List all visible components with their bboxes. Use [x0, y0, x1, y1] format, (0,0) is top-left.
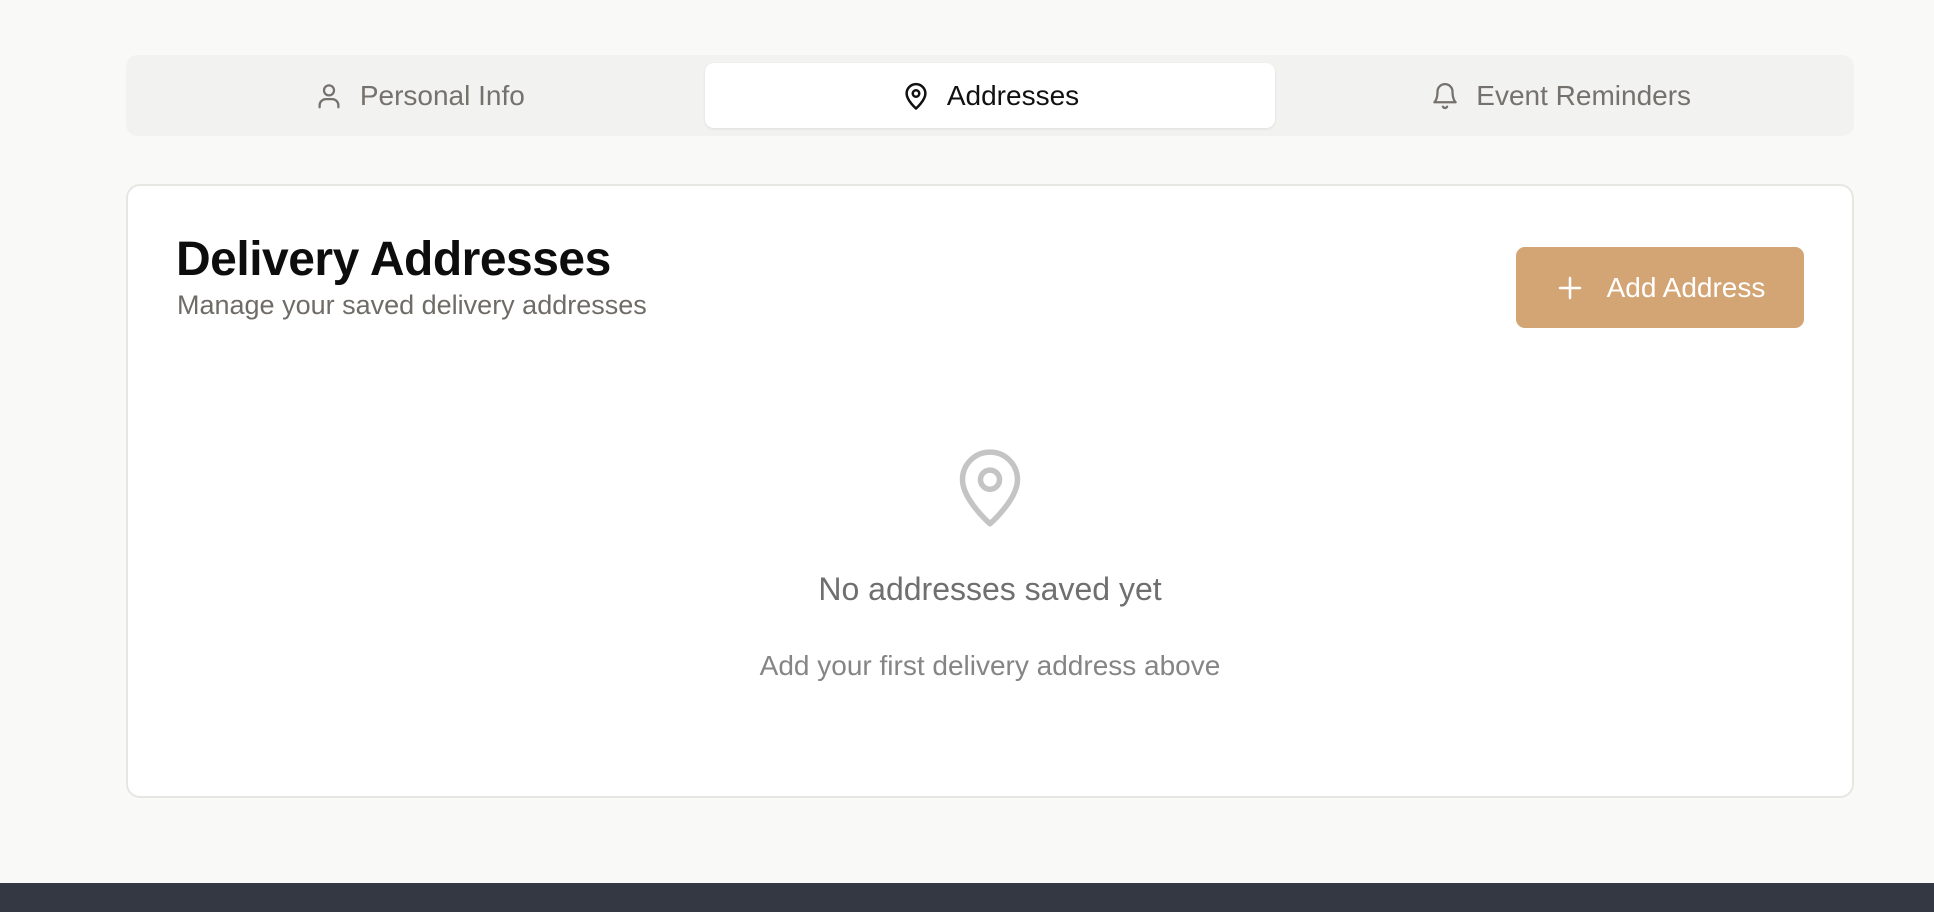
add-address-label: Add Address [1606, 271, 1766, 303]
tab-personal-info-label: Personal Info [359, 79, 525, 111]
footer [0, 883, 1934, 912]
tab-event-reminders-label: Event Reminders [1476, 79, 1692, 111]
addresses-card: Delivery Addresses Manage your saved del… [126, 184, 1854, 798]
card-subtitle: Manage your saved delivery addresses [177, 290, 647, 320]
bell-icon [1430, 81, 1460, 111]
add-address-button[interactable]: Add Address [1516, 247, 1804, 328]
empty-state-title: No addresses saved yet [818, 571, 1162, 607]
tab-addresses-label: Addresses [946, 79, 1080, 111]
tab-personal-info[interactable]: Personal Info [134, 63, 705, 128]
tab-event-reminders[interactable]: Event Reminders [1275, 63, 1846, 128]
plus-icon [1555, 273, 1585, 303]
user-icon [314, 81, 344, 111]
card-title: Delivery Addresses [176, 233, 611, 286]
tab-bar: Personal Info Addresses Event Reminders [126, 55, 1854, 136]
tab-addresses[interactable]: Addresses [704, 63, 1276, 128]
page: Personal Info Addresses Event Reminders … [0, 0, 1934, 912]
empty-state-subtitle: Add your first delivery address above [759, 650, 1221, 681]
empty-state: No addresses saved yet Add your first de… [128, 442, 1852, 682]
map-pin-icon [946, 442, 1034, 532]
map-pin-icon [901, 81, 931, 111]
